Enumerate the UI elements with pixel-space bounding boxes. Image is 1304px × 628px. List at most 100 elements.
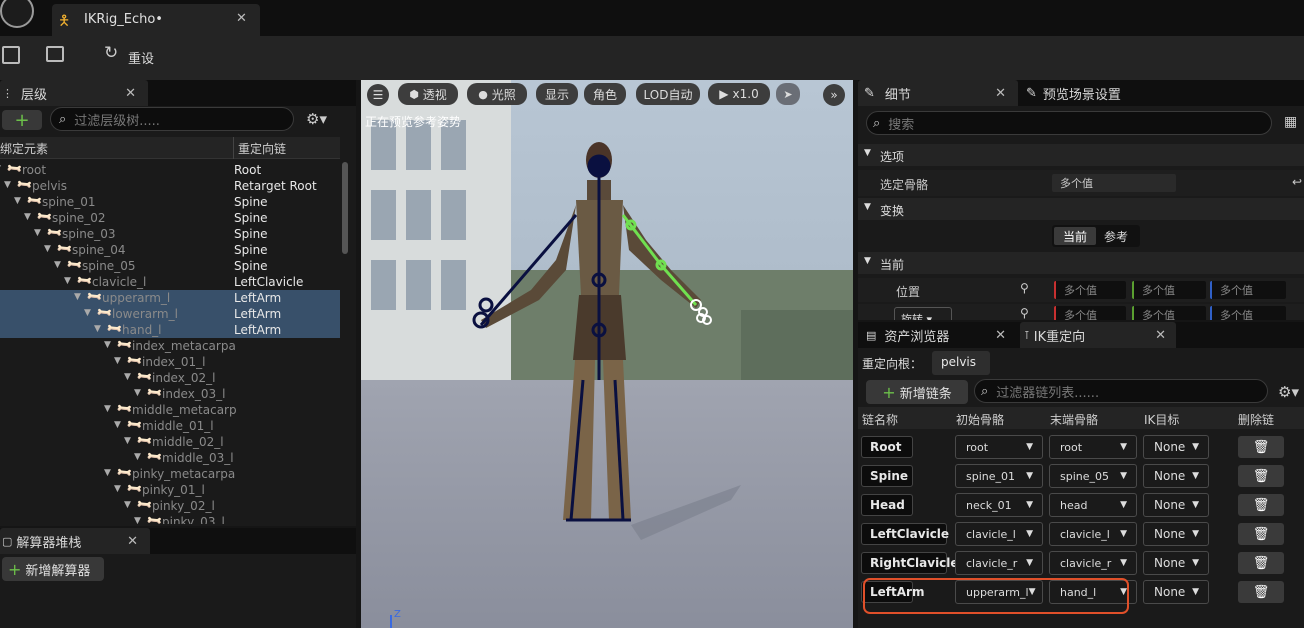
settings-icon[interactable]: ⚙▾ [306, 110, 327, 128]
tab-preview-scene[interactable]: ✎ 预览场景设置 [1026, 80, 1196, 106]
column-header-chain[interactable]: 重定向链 [238, 140, 286, 157]
expand-arrow-icon[interactable]: ▼ [84, 308, 91, 318]
tree-row[interactable]: ▼ 🦴 clavicle_l LeftClavicle [0, 271, 340, 290]
reset-arrow-icon[interactable]: ↩ [1292, 175, 1302, 189]
section-options[interactable]: ▼ 选项 [858, 144, 1304, 166]
chain-name-field[interactable]: LeftClavicle [861, 523, 949, 545]
tree-row[interactable]: ▼ 🦴 pinky_metacarpa [0, 463, 340, 482]
viewport[interactable] [361, 80, 853, 628]
expand-arrow-icon[interactable]: ▼ [124, 500, 131, 510]
expand-arrow-icon[interactable]: ▼ [134, 516, 141, 524]
rotation-dropdown[interactable]: 旋转 ▾ [894, 307, 952, 320]
delete-chain-button[interactable]: 🗑 [1238, 523, 1284, 545]
tree-row[interactable]: ▼ 🦴 middle_03_l [0, 447, 340, 466]
hierarchy-search-input[interactable]: ⌕ 过滤层级树..... [50, 107, 294, 131]
tab-ik-retarget[interactable]: ⊺ IK重定向 ✕ [1020, 322, 1176, 348]
playback-speed-button[interactable]: ▶ x1.0 [708, 83, 770, 105]
expand-arrow-icon[interactable]: ▼ [44, 244, 51, 254]
lod-button[interactable]: LOD自动 [636, 83, 700, 105]
tree-row[interactable]: ▼🦴rootRoot [0, 162, 340, 178]
start-bone-dropdown[interactable]: root ▼ [955, 435, 1043, 459]
grid-view-icon[interactable]: ▦ [1284, 114, 1297, 130]
tree-row[interactable]: ▼ 🦴 index_02_l [0, 367, 340, 386]
perspective-button[interactable]: ⬢ 透视 [398, 83, 458, 105]
expand-toolbar-button[interactable]: » [823, 84, 845, 106]
add-solver-button[interactable]: + 新增解算器 [2, 557, 104, 581]
pivot-icon[interactable]: ⚲ [1020, 306, 1029, 320]
tree-row[interactable]: ▼ 🦴 index_01_l [0, 351, 340, 370]
close-icon[interactable]: ✕ [127, 534, 138, 549]
tab-details[interactable]: ✎ 细节 ✕ [858, 80, 1018, 106]
column-header-bound[interactable]: 绑定元素 [0, 140, 48, 157]
close-icon[interactable]: ✕ [125, 86, 136, 101]
tree-row[interactable]: ▼ 🦴 upperarm_l LeftArm [0, 287, 340, 306]
viewport-menu-button[interactable]: ☰ [367, 84, 389, 106]
settings-icon[interactable]: ⚙▾ [1278, 383, 1299, 401]
expand-arrow-icon[interactable]: ▼ [124, 436, 131, 446]
tree-row[interactable]: ▼ 🦴 hand_l LeftArm [0, 319, 340, 338]
add-bone-button[interactable]: + [2, 110, 42, 131]
section-transform[interactable]: ▼ 变换 [858, 198, 1304, 220]
expand-arrow-icon[interactable]: ▼ [4, 180, 11, 190]
document-tab[interactable]: 🯅 IKRig_Echo• ✕ [52, 4, 260, 36]
tree-row[interactable]: ▼ 🦴 index_metacarpa [0, 335, 340, 354]
browse-icon[interactable] [46, 46, 64, 62]
delete-chain-button[interactable]: 🗑 [1238, 581, 1284, 603]
rotation-x[interactable]: 多个值 [1054, 306, 1126, 320]
ik-goal-dropdown[interactable]: None ▼ [1143, 522, 1209, 546]
details-search-input[interactable]: ⌕ 搜索 [866, 111, 1272, 135]
delete-chain-button[interactable]: 🗑 [1238, 465, 1284, 487]
tab-hierarchy[interactable]: ⋮ 层级 ✕ [0, 80, 148, 106]
lit-button[interactable]: ● 光照 [467, 83, 527, 105]
close-icon[interactable]: ✕ [236, 11, 247, 26]
expand-arrow-icon[interactable]: ▼ [14, 196, 21, 206]
toggle-reference[interactable]: 参考 [1104, 228, 1128, 245]
expand-arrow-icon[interactable]: ▼ [34, 228, 41, 238]
expand-arrow-icon[interactable]: ▼ [134, 452, 141, 462]
expand-arrow-icon[interactable]: ▼ [94, 324, 101, 334]
tree-row[interactable]: ▼ 🦴 middle_01_l [0, 415, 340, 434]
expand-arrow-icon[interactable]: ▼ [104, 404, 111, 414]
delete-chain-button[interactable]: 🗑 [1238, 494, 1284, 516]
end-bone-dropdown[interactable]: clavicle_r ▼ [1049, 551, 1137, 575]
delete-chain-button[interactable]: 🗑 [1238, 436, 1284, 458]
chain-name-field[interactable]: Head [861, 494, 913, 516]
reset-icon[interactable]: ↻ [104, 43, 118, 63]
expand-arrow-icon[interactable]: ▼ [74, 292, 81, 302]
tree-row[interactable]: ▼ 🦴 lowerarm_l LeftArm [0, 303, 340, 322]
chain-search-input[interactable]: ⌕ 过滤器链列表...... [974, 379, 1268, 403]
scrollbar[interactable] [342, 162, 348, 254]
start-bone-dropdown[interactable]: neck_01 ▼ [955, 493, 1043, 517]
rotation-y[interactable]: 多个值 [1132, 306, 1206, 320]
column-divider[interactable] [233, 137, 234, 159]
retarget-root-value[interactable]: pelvis [932, 351, 990, 375]
pivot-icon[interactable]: ⚲ [1020, 281, 1029, 295]
select-mode-button[interactable]: ➤ [776, 83, 800, 105]
close-icon[interactable]: ✕ [995, 328, 1006, 343]
delete-chain-button[interactable]: 🗑 [1238, 552, 1284, 574]
tree-row[interactable]: ▼ 🦴 spine_01 Spine [0, 191, 340, 210]
end-bone-dropdown[interactable]: root ▼ [1049, 435, 1137, 459]
tree-row[interactable]: ▼ 🦴 pelvis Retarget Root [0, 175, 340, 194]
add-chain-button[interactable]: + 新增链条 [866, 380, 968, 404]
expand-arrow-icon[interactable]: ▼ [114, 420, 121, 430]
section-current[interactable]: ▼ 当前 [858, 252, 1304, 274]
tree-row[interactable]: ▼ 🦴 spine_03 Spine [0, 223, 340, 242]
tree-row[interactable]: ▼ 🦴 pinky_02_l [0, 495, 340, 514]
tree-row[interactable]: ▼ 🦴 middle_metacarp [0, 399, 340, 418]
expand-arrow-icon[interactable]: ▼ [114, 356, 121, 366]
ik-goal-dropdown[interactable]: None ▼ [1143, 435, 1209, 459]
toggle-current[interactable]: 当前 [1054, 227, 1096, 245]
start-bone-dropdown[interactable]: spine_01 ▼ [955, 464, 1043, 488]
close-icon[interactable]: ✕ [1155, 328, 1166, 343]
chain-name-field[interactable]: RightClavicle [861, 552, 959, 574]
start-bone-dropdown[interactable]: clavicle_r ▼ [955, 551, 1043, 575]
close-icon[interactable]: ✕ [995, 86, 1006, 101]
tree-row[interactable]: ▼ 🦴 pinky_01_l [0, 479, 340, 498]
rotation-z[interactable]: 多个值 [1210, 306, 1286, 320]
save-icon[interactable] [2, 46, 20, 64]
expand-arrow-icon[interactable]: ▼ [24, 212, 31, 222]
end-bone-dropdown[interactable]: clavicle_l ▼ [1049, 522, 1137, 546]
tree-row[interactable]: ▼ 🦴 spine_04 Spine [0, 239, 340, 258]
tree-row[interactable]: ▼ 🦴 pinky_03_l [0, 511, 340, 524]
